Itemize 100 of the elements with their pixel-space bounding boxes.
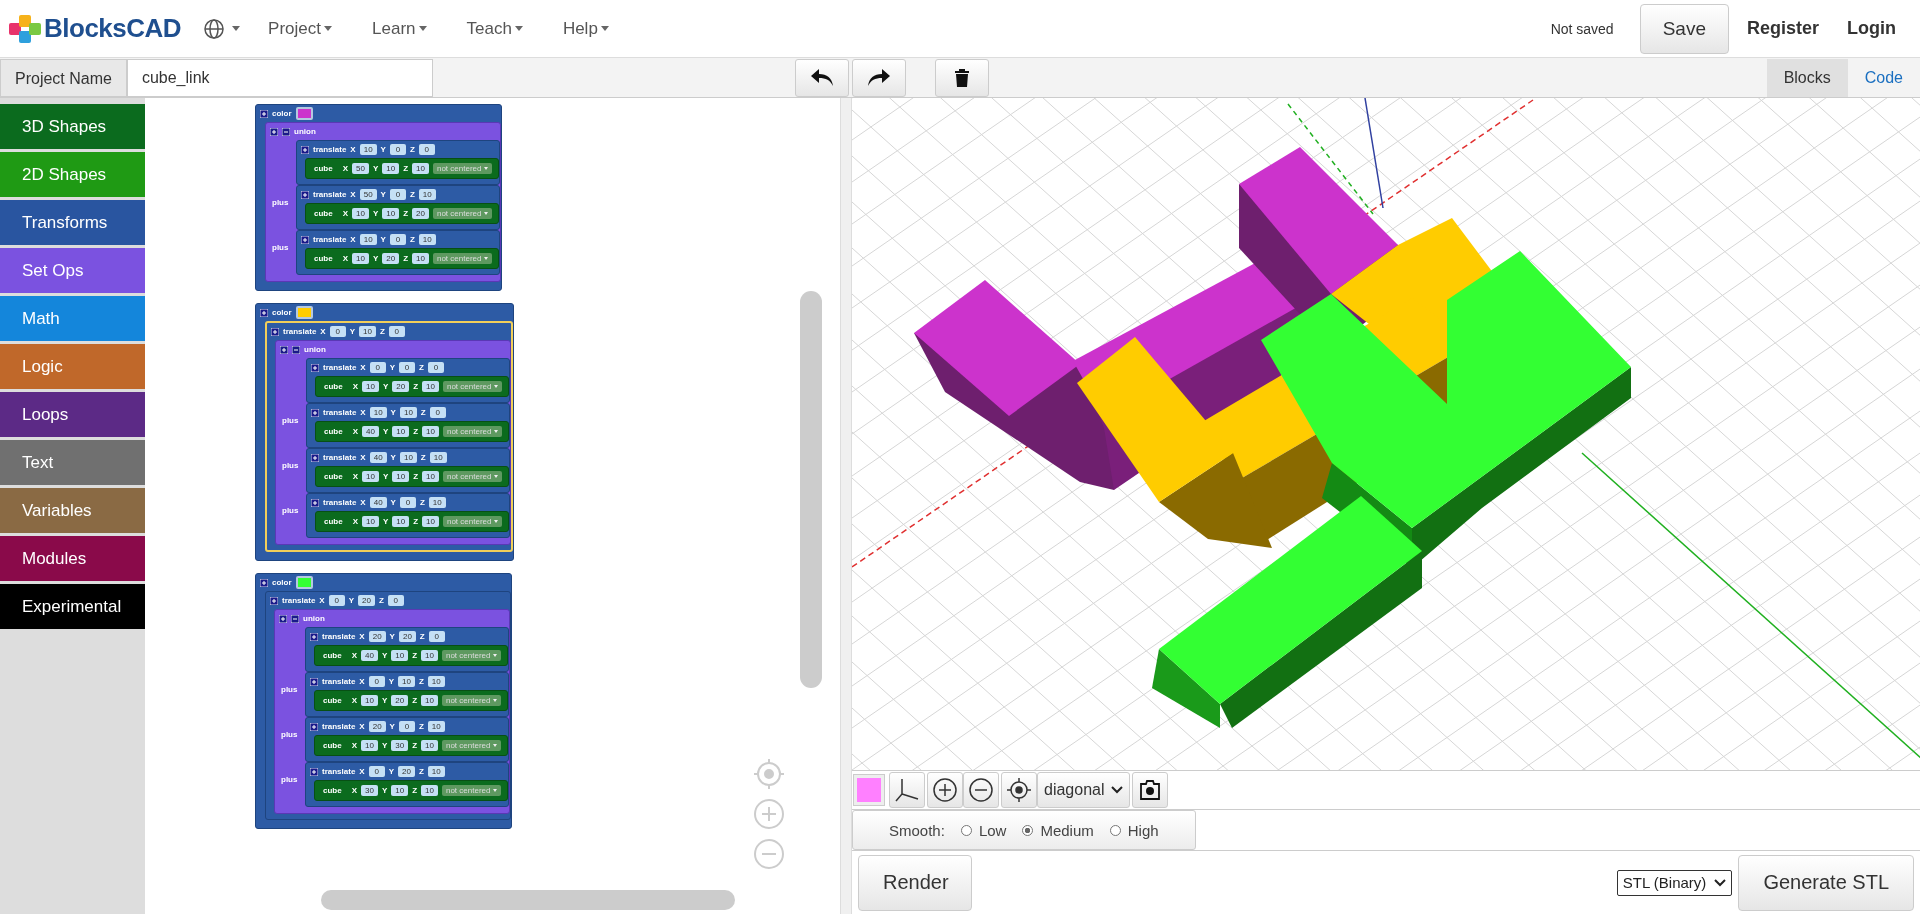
number-field[interactable]: 10: [392, 516, 410, 527]
union-block[interactable]: [275, 340, 512, 545]
number-field[interactable]: 10: [418, 234, 436, 245]
number-field[interactable]: 10: [398, 676, 415, 687]
menu-item[interactable]: Teach: [466, 18, 523, 39]
number-field[interactable]: 20: [391, 695, 409, 706]
translate-block[interactable]: translate X 10 Y 10 Z 0 cube X 40 Y 10 Z 10 not centered: [306, 403, 511, 448]
number-field[interactable]: 10: [359, 326, 376, 337]
number-field[interactable]: 0: [429, 407, 446, 418]
save-button[interactable]: Save: [1639, 3, 1729, 54]
category-item[interactable]: Modules: [0, 536, 145, 581]
number-field[interactable]: 0: [398, 721, 415, 732]
radio-button[interactable]: [960, 824, 972, 836]
number-field[interactable]: 0: [399, 362, 416, 373]
cube-block[interactable]: cube X 10 Y 10 Z 10 not centered: [315, 511, 510, 532]
number-field[interactable]: 10: [412, 163, 429, 174]
smooth-option[interactable]: Low: [960, 821, 1007, 839]
header-link[interactable]: Login: [1833, 18, 1910, 39]
number-field[interactable]: 10: [422, 516, 439, 527]
cube-block[interactable]: cube X 30 Y 10 Z 10 not centered: [314, 780, 509, 801]
collapse-icon[interactable]: [301, 145, 309, 154]
collapse-icon[interactable]: [271, 327, 279, 336]
number-field[interactable]: 40: [369, 452, 387, 463]
number-field[interactable]: 20: [368, 631, 386, 642]
category-item[interactable]: Transforms: [0, 200, 145, 245]
number-field[interactable]: 10: [428, 497, 446, 508]
number-field[interactable]: 40: [361, 650, 378, 661]
number-field[interactable]: 40: [369, 497, 387, 508]
number-field[interactable]: 10: [391, 785, 409, 796]
translate-block[interactable]: translate X 20 Y 20 Z 0 cube X 40 Y 10 Z 10 not centered: [305, 627, 510, 672]
target-button[interactable]: [1001, 772, 1037, 808]
number-field[interactable]: 10: [382, 163, 400, 174]
translate-block[interactable]: translate X 0 Y 20 Z 10 cube X 30 Y 10 Z 10 not centered: [305, 762, 510, 807]
menu-item[interactable]: Help: [562, 18, 609, 39]
zoom-out-button[interactable]: [963, 772, 999, 808]
color-swatch[interactable]: [295, 107, 313, 120]
axes-button[interactable]: [889, 772, 925, 808]
number-field[interactable]: 0: [369, 362, 386, 373]
category-item[interactable]: Logic: [0, 344, 145, 389]
category-item[interactable]: Loops: [0, 392, 145, 437]
minus-icon[interactable]: [292, 345, 300, 354]
translate-block[interactable]: translate X 50 Y 0 Z 10 cube X 10 Y 10 Z 20 not centered: [296, 185, 501, 230]
menu-item[interactable]: Project: [268, 18, 332, 39]
collapse-icon[interactable]: [310, 677, 318, 686]
collapse-icon[interactable]: [310, 632, 318, 641]
radio-button[interactable]: [1022, 824, 1034, 836]
number-field[interactable]: 10: [412, 253, 429, 264]
number-field[interactable]: 10: [361, 740, 378, 751]
color-block[interactable]: color union translate X 10 Y 0 Z 0 cube X 50 Y 10 Z 10 not centered plus translate X 50 Y 0 Z 10 cube X 10 Y 10 Z 20 not centered plus translate X 10 Y 0 Z 10 cube X 10 Y 20 Z 10 not centered: [255, 104, 503, 291]
plus-icon[interactable]: [279, 614, 287, 623]
plus-icon[interactable]: [280, 345, 288, 354]
horizontal-scrollbar[interactable]: [321, 890, 735, 910]
category-item[interactable]: 3D Shapes: [0, 104, 145, 149]
category-item[interactable]: Set Ops: [0, 248, 145, 293]
number-field[interactable]: 0: [399, 497, 416, 508]
number-field[interactable]: 10: [418, 189, 436, 200]
view-tab[interactable]: Blocks: [1766, 58, 1848, 97]
number-field[interactable]: 10: [392, 426, 410, 437]
number-field[interactable]: 30: [391, 740, 409, 751]
number-field[interactable]: 20: [398, 631, 416, 642]
collapse-icon[interactable]: [301, 190, 309, 199]
collapse-icon[interactable]: [311, 363, 319, 372]
translate-block[interactable]: translate X 10 Y 0 Z 0 cube X 50 Y 10 Z 10 not centered: [296, 140, 501, 185]
collapse-icon[interactable]: [270, 596, 278, 605]
cube-block[interactable]: cube X 40 Y 10 Z 10 not centered: [315, 421, 510, 442]
category-item[interactable]: Text: [0, 440, 145, 485]
number-field[interactable]: 10: [399, 452, 417, 463]
view-tab[interactable]: Code: [1847, 58, 1920, 97]
format-dropdown[interactable]: STL (Binary): [1616, 869, 1733, 896]
render-button[interactable]: Render: [858, 854, 972, 911]
number-field[interactable]: 10: [427, 721, 445, 732]
number-field[interactable]: 0: [368, 766, 385, 777]
number-field[interactable]: 20: [382, 253, 400, 264]
number-field[interactable]: 10: [421, 650, 438, 661]
translate-block[interactable]: translate X 0 Y 10 Z 10 cube X 10 Y 20 Z 10 not centered: [305, 672, 510, 717]
number-field[interactable]: 10: [422, 471, 439, 482]
union-block[interactable]: union translate X 10 Y 0 Z 0 cube X 50 Y 10 Z 10 not centered plus translate X 50 Y 0 Z 10 cube X 10 Y 10 Z 20 not centered plus translate X 10 Y 0 Z 10 cube X 10 Y 20 Z 10 not centered: [265, 122, 502, 282]
number-field[interactable]: 10: [359, 234, 377, 245]
number-field[interactable]: 10: [421, 695, 438, 706]
collapse-icon[interactable]: [260, 578, 268, 587]
number-field[interactable]: 10: [422, 381, 439, 392]
number-field[interactable]: 10: [399, 407, 417, 418]
number-field[interactable]: 20: [398, 766, 415, 777]
number-field[interactable]: 0: [428, 631, 445, 642]
translate-block[interactable]: translate X 20 Y 0 Z 10 cube X 10 Y 30 Z 10 not centered: [305, 717, 510, 762]
collapse-icon[interactable]: [310, 722, 318, 731]
collapse-icon[interactable]: [260, 308, 268, 317]
number-field[interactable]: 0: [389, 234, 406, 245]
smooth-option[interactable]: Medium: [1022, 821, 1094, 839]
number-field[interactable]: 10: [362, 381, 379, 392]
cube-block[interactable]: cube X 10 Y 20 Z 10 not centered: [305, 248, 500, 269]
number-field[interactable]: 10: [429, 452, 447, 463]
category-item[interactable]: Math: [0, 296, 145, 341]
number-field[interactable]: 10: [421, 785, 438, 796]
translate-block[interactable]: translate X 40 Y 10 Z 10 cube X 10 Y 10 Z 10 not centered: [306, 448, 511, 493]
category-item[interactable]: Experimental: [0, 584, 145, 629]
number-field[interactable]: 10: [421, 740, 438, 751]
number-field[interactable]: 50: [352, 163, 369, 174]
cube-block[interactable]: cube X 10 Y 20 Z 10 not centered: [315, 376, 510, 397]
cube-block[interactable]: cube X 10 Y 30 Z 10 not centered: [314, 735, 509, 756]
